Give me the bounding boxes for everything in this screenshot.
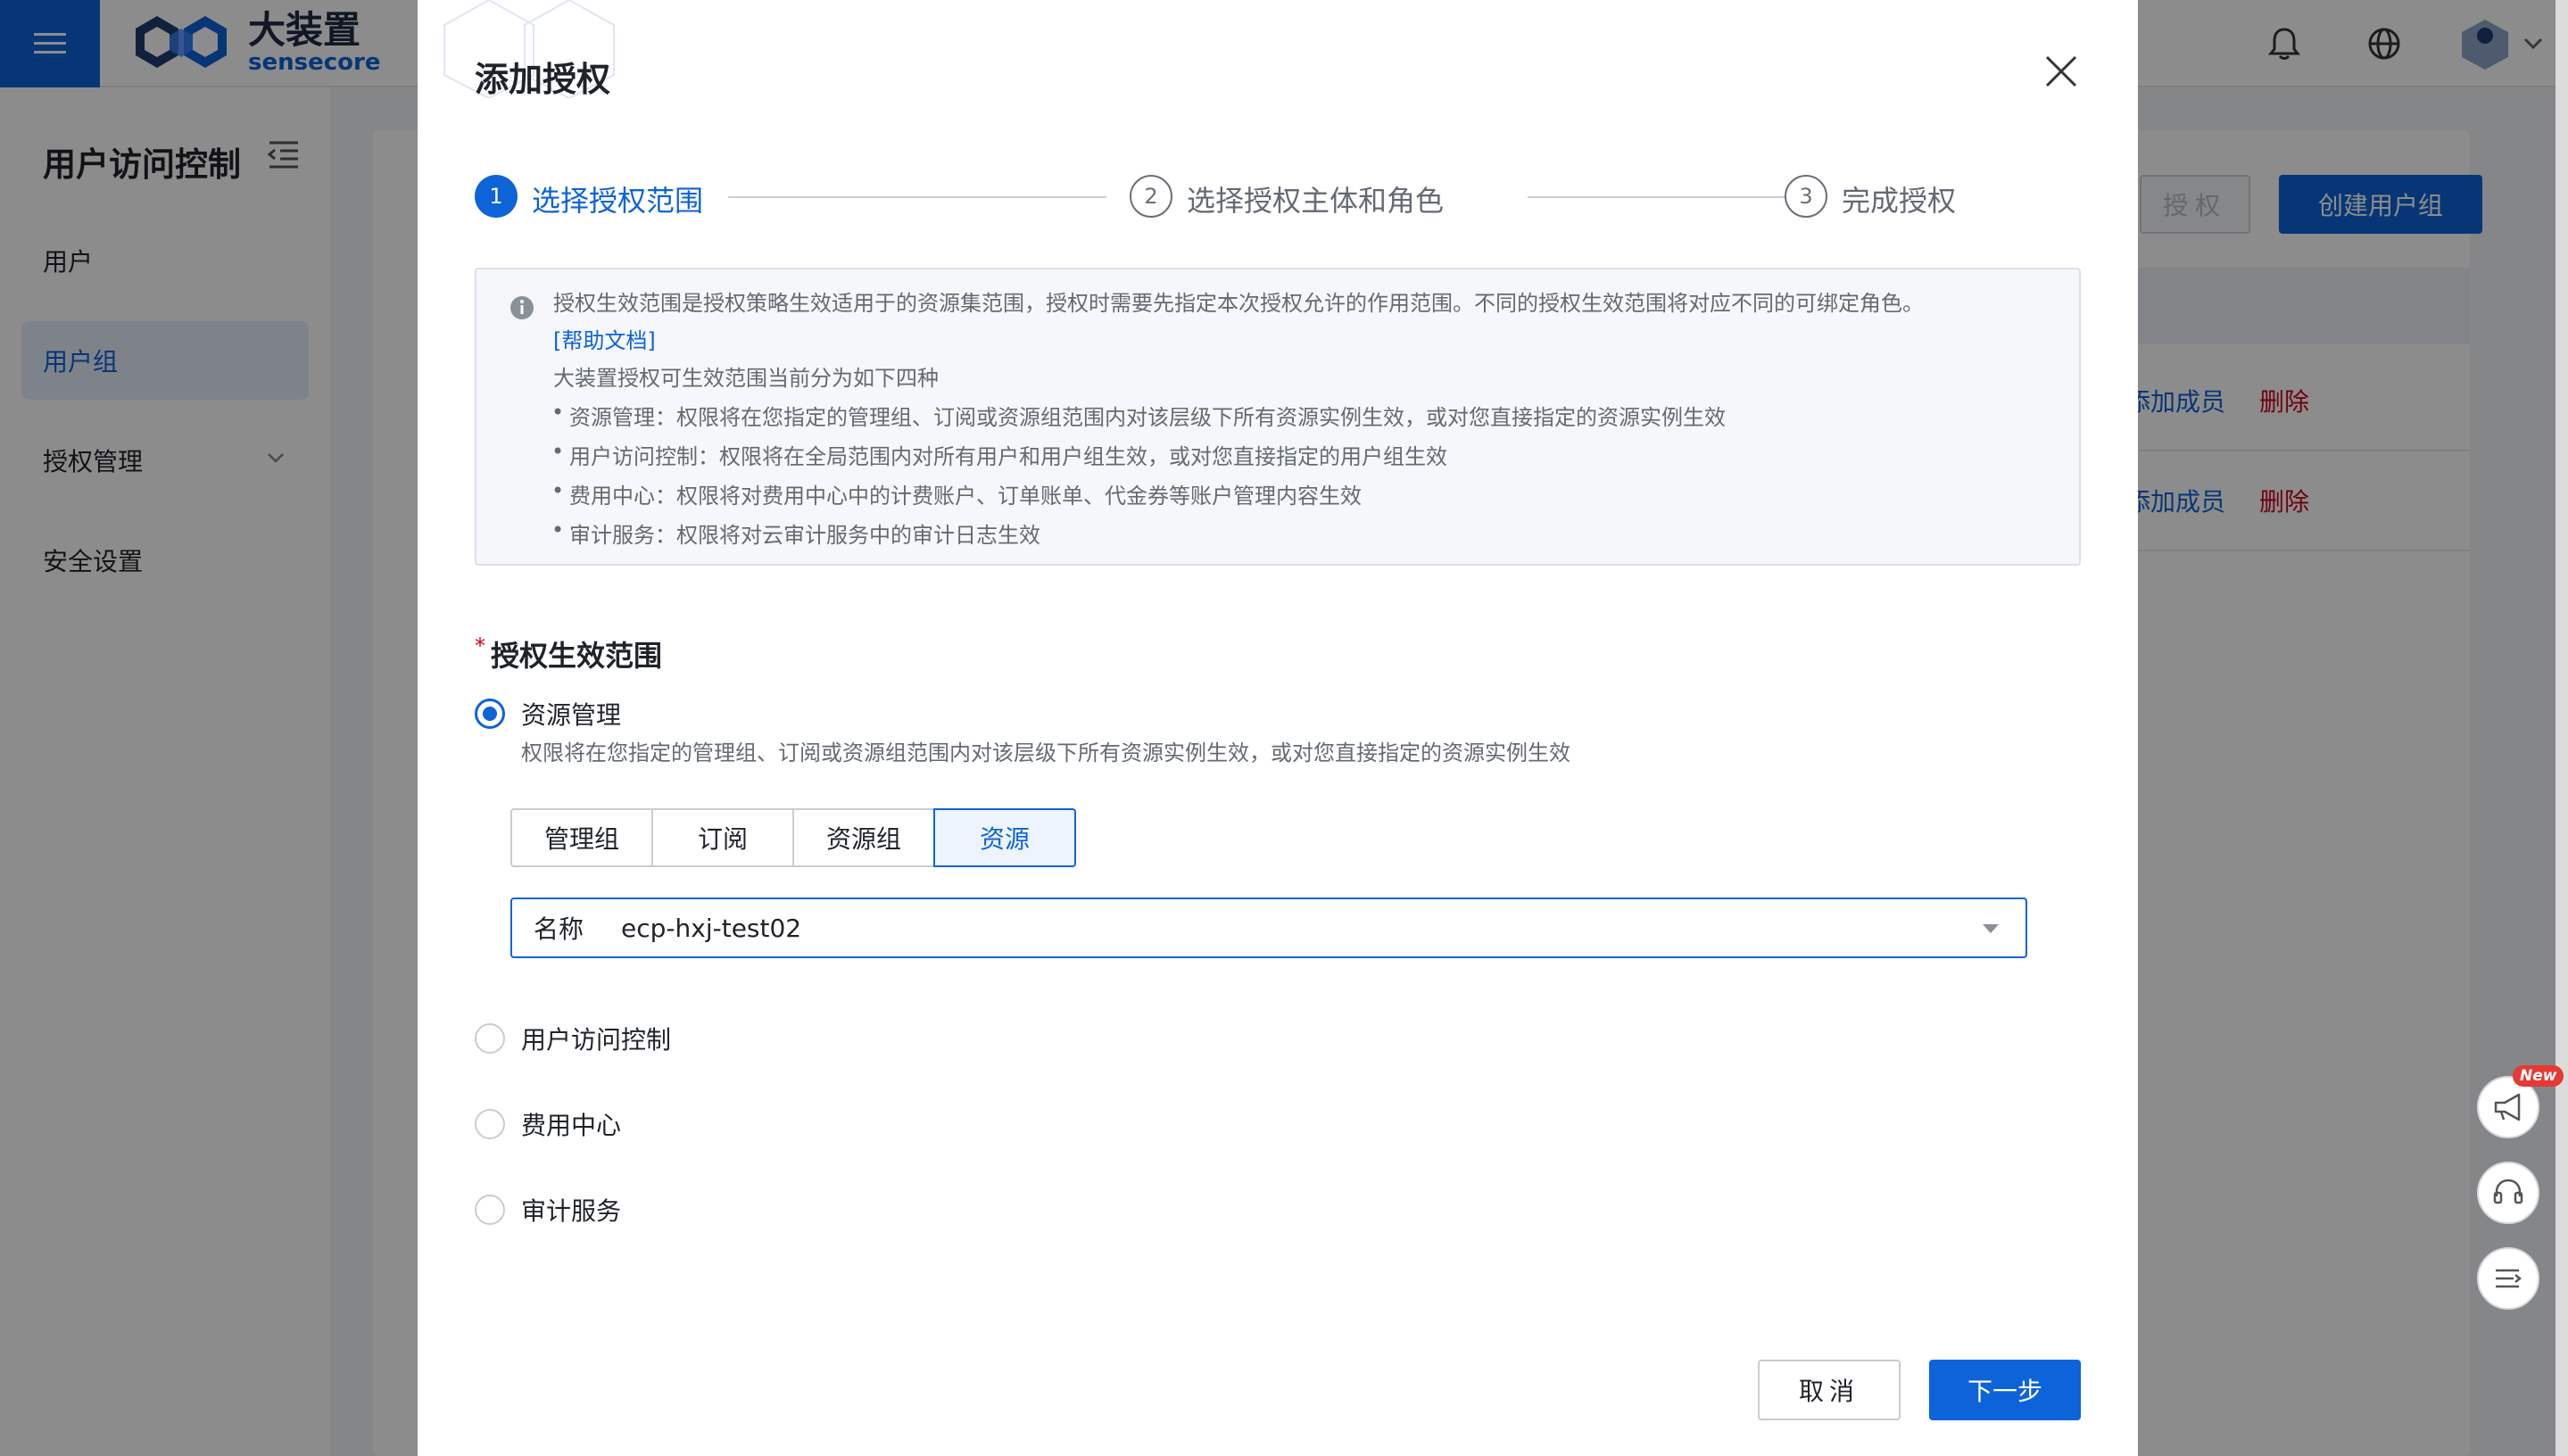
step-2-label: 选择授权主体和角色 (1187, 184, 1445, 218)
info-bullet: 资源管理：权限将在您指定的管理组、订阅或资源组范围内对该层级下所有资源实例生效，… (551, 400, 1726, 431)
step-2-number: 2 (1130, 175, 1172, 218)
cancel-button[interactable]: 取消 (1758, 1360, 1901, 1420)
info-bullet: 费用中心：权限将对费用中心中的计费账户、订单账单、代金券等账户管理内容生效 (551, 478, 1362, 509)
scope-field-label-text: 授权生效范围 (491, 639, 663, 673)
step-indicator: 1 选择授权范围 2 选择授权主体和角色 3 完成授权 (475, 175, 2081, 221)
step-connector (1528, 196, 1818, 198)
resource-name-select[interactable]: 名称 ecp-hxj-test02 (510, 898, 2027, 958)
step-3-number: 3 (1785, 175, 1827, 218)
help-doc-link[interactable]: [帮助文档] (553, 323, 656, 354)
scope-field-label: * 授权生效范围 (475, 633, 662, 674)
step-connector (728, 196, 1106, 198)
step-3-label: 完成授权 (1842, 184, 1957, 218)
radio-button[interactable] (475, 1109, 505, 1139)
step-1-label: 选择授权范围 (532, 184, 704, 218)
caret-down-icon (1983, 924, 1999, 933)
radio-button[interactable] (475, 1195, 505, 1225)
info-bullet: 审计服务：权限将对云审计服务中的审计日志生效 (551, 517, 1040, 549)
resource-level-tabs: 管理组 订阅 资源组 资源 (510, 808, 1076, 867)
scope-info-panel: 授权生效范围是授权策略生效适用于的资源集范围，授权时需要先指定本次授权允许的作用… (475, 268, 2081, 566)
tab-management-group[interactable]: 管理组 (510, 808, 653, 867)
close-icon[interactable] (2042, 52, 2081, 91)
radio-description: 权限将在您指定的管理组、订阅或资源组范围内对该层级下所有资源实例生效，或对您直接… (521, 740, 1570, 765)
info-bullet: 用户访问控制：权限将在全局范围内对所有用户和用户组生效，或对您直接指定的用户组生… (551, 439, 1447, 470)
radio-label: 资源管理 (521, 700, 622, 730)
list-toggle-button[interactable] (2477, 1247, 2539, 1310)
new-badge: New (2513, 1065, 2564, 1087)
add-authorization-dialog: 添加授权 1 选择授权范围 2 选择授权主体和角色 3 完成授权 授权生效范围是… (418, 0, 2138, 1456)
tab-subscription[interactable]: 订阅 (651, 808, 794, 867)
megaphone-icon (2494, 1093, 2521, 1121)
next-step-button[interactable]: 下一步 (1929, 1360, 2081, 1420)
customer-service-button[interactable] (2477, 1162, 2539, 1224)
select-value: ecp-hxj-test02 (621, 913, 802, 943)
tab-resource-group[interactable]: 资源组 (792, 808, 935, 867)
scope-radio-billing-center[interactable]: 费用中心 (475, 1106, 621, 1142)
scope-radio-resource-management[interactable]: 资源管理 (475, 696, 621, 732)
headset-icon (2493, 1179, 2523, 1204)
tab-resource[interactable]: 资源 (933, 808, 1076, 867)
select-label: 名称 (534, 914, 584, 944)
info-text: 授权生效范围是授权策略生效适用于的资源集范围，授权时需要先指定本次授权允许的作用… (553, 291, 1924, 316)
list-collapse-icon (2496, 1269, 2522, 1288)
info-text: 大装置授权可生效范围当前分为如下四种 (553, 366, 939, 391)
page-scrollbar[interactable] (2556, 0, 2568, 1456)
radio-label: 用户访问控制 (521, 1025, 672, 1055)
dialog-title: 添加授权 (475, 60, 611, 99)
scope-radio-access-control[interactable]: 用户访问控制 (475, 1021, 671, 1056)
radio-button[interactable] (475, 699, 505, 729)
required-mark: * (475, 633, 485, 658)
info-icon (510, 296, 534, 319)
scope-radio-audit-service[interactable]: 审计服务 (475, 1192, 621, 1228)
step-1-number: 1 (475, 175, 518, 218)
radio-label: 费用中心 (521, 1111, 622, 1140)
radio-button[interactable] (475, 1023, 505, 1054)
radio-label: 审计服务 (521, 1196, 622, 1226)
